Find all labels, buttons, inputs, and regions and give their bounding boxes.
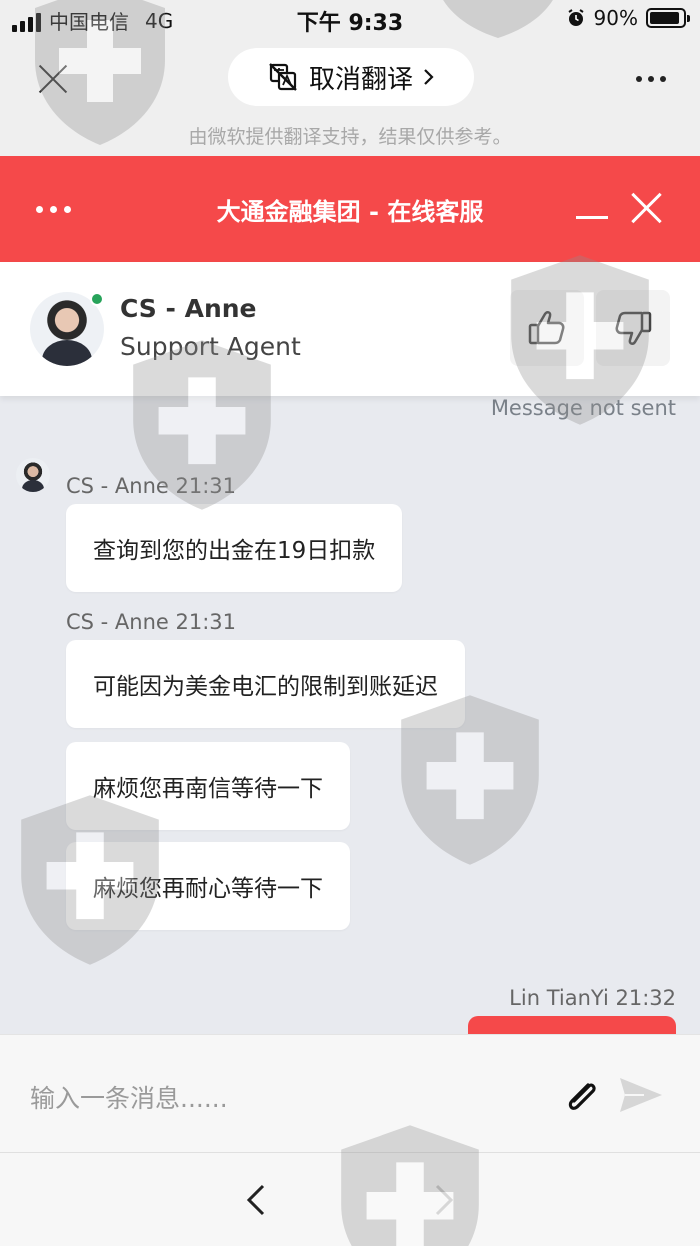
status-right: 90% [566,6,686,30]
online-status-icon [90,292,104,306]
agent-name: CS - Anne [120,294,257,323]
user-message-bubble [468,1016,676,1034]
attachment-icon[interactable] [560,1075,604,1119]
status-bar: 中国电信 4G 下午 9:33 90% [0,0,700,38]
agent-card: CS - Anne Support Agent [0,262,700,396]
message-bubble: 查询到您的出金在19日扣款 [66,504,402,592]
message-status: Message not sent [491,396,676,420]
message-composer: 输入一条消息...... [0,1034,700,1152]
user-message-meta: Lin TianYi 21:32 [509,986,676,1010]
minimize-icon[interactable] [576,216,608,219]
chat-header: 大通金融集团 - 在线客服 [0,156,700,262]
message-bubble: 可能因为美金电汇的限制到账延迟 [66,640,465,728]
thumbs-down-icon [612,307,654,349]
translate-area: 取消翻译 由微软提供翻译支持，结果仅供参考。 [0,38,700,156]
thumbs-up-icon [526,307,568,349]
cancel-translate-button[interactable]: 取消翻译 [228,48,474,106]
chat-title: 大通金融集团 - 在线客服 [0,192,700,227]
translate-note: 由微软提供翻译支持，结果仅供参考。 [0,122,700,149]
battery-icon [646,8,686,28]
back-icon[interactable] [244,1183,268,1217]
browser-nav [0,1152,700,1246]
battery-percent: 90% [594,6,638,30]
more-options-icon[interactable] [636,76,666,82]
message-input[interactable]: 输入一条消息...... [30,1079,228,1115]
agent-role: Support Agent [120,332,301,361]
message-meta: CS - Anne 21:31 [66,610,236,634]
message-meta: CS - Anne 21:31 [66,474,236,498]
message-bubble: 麻烦您再耐心等待一下 [66,842,350,930]
cancel-translate-label: 取消翻译 [309,59,413,96]
close-icon[interactable] [36,62,70,96]
alarm-icon [566,8,586,28]
chat-close-icon[interactable] [630,192,662,224]
agent-avatar-small [16,458,50,492]
message-bubble: 麻烦您再南信等待一下 [66,742,350,830]
forward-icon[interactable] [432,1183,456,1217]
send-icon[interactable] [618,1075,664,1115]
thumbs-up-button[interactable] [510,290,584,366]
no-translate-icon [267,61,299,93]
message-list[interactable]: Message not sent CS - Anne 21:31 查询到您的出金… [0,396,700,1034]
thumbs-down-button[interactable] [596,290,670,366]
chevron-right-icon [423,68,435,86]
